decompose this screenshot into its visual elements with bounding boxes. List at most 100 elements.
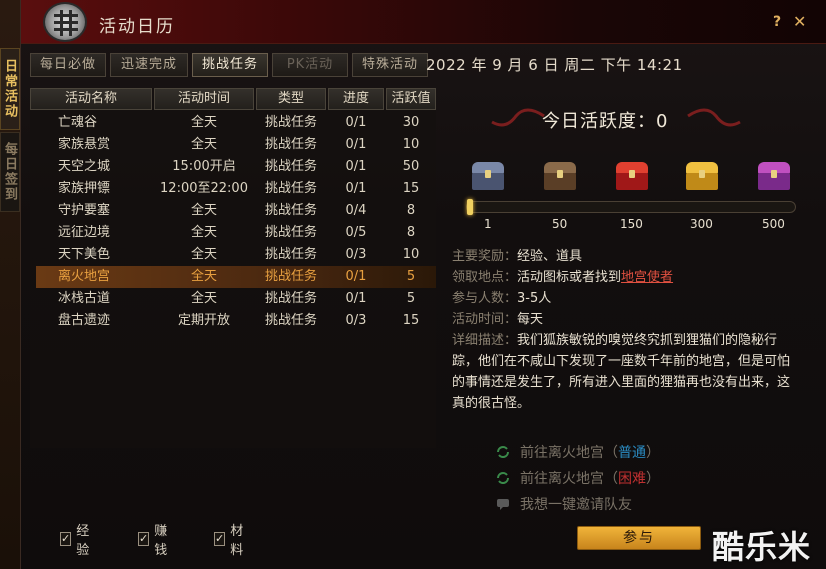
cell-time: 12:00至22:00 [160, 181, 248, 196]
cell-points: 50 [402, 159, 420, 174]
table-row[interactable]: 离火地宫 全天 挑战任务 0/1 5 [36, 266, 436, 288]
checkbox-icon: ✓ [214, 532, 226, 546]
cell-progress: 0/5 [345, 225, 367, 240]
difficulty-hard-tag: 困难 [618, 471, 646, 487]
chest-1-icon[interactable] [472, 162, 504, 190]
cell-time: 全天 [190, 247, 217, 262]
cell-type: 挑战任务 [264, 159, 317, 174]
invite-teammates-link[interactable]: 我想一键邀请队友 [496, 494, 632, 514]
action-text: ） [646, 471, 660, 487]
close-button[interactable]: ✕ [793, 12, 806, 31]
cell-time: 全天 [190, 203, 217, 218]
milestone-label: 300 [690, 217, 713, 231]
table-row[interactable]: 家族押镖 12:00至22:00 挑战任务 0/1 15 [36, 178, 436, 200]
npc-link[interactable]: 地宫使者 [621, 267, 673, 288]
cell-name: 天下美色 [58, 247, 111, 262]
cell-name: 天空之城 [58, 159, 111, 174]
cell-progress: 0/4 [345, 203, 367, 218]
site-watermark: 酷乐米 [712, 528, 812, 566]
goto-hard-link[interactable]: 前往离火地宫（ 困难） [496, 468, 660, 488]
side-tab-signin[interactable]: 每日签到 [0, 132, 20, 212]
col-header-time: 活动时间 [154, 88, 254, 110]
left-ornament-icon [491, 108, 545, 127]
cell-points: 8 [406, 225, 416, 240]
goto-normal-link[interactable]: 前往离火地宫（ 普通） [496, 442, 660, 462]
reward-value: 经验、道具 [517, 249, 583, 264]
tab-quick-complete[interactable]: 迅速完成 [110, 53, 188, 77]
table-row[interactable]: 远征边境 全天 挑战任务 0/5 8 [36, 222, 436, 244]
activity-detail-panel: 今日活跃度：0 1 50 150 300 500 主要奖励： 经验、道具 领取地… [446, 80, 806, 569]
chat-icon [497, 499, 509, 510]
cell-type: 挑战任务 [264, 247, 317, 262]
cell-progress: 0/3 [345, 313, 367, 328]
table-row[interactable]: 家族悬赏 全天 挑战任务 0/1 10 [36, 134, 436, 156]
refresh-icon [497, 472, 509, 484]
cell-progress: 0/1 [345, 269, 367, 284]
tab-daily-required[interactable]: 每日必做 [30, 53, 106, 77]
cell-points: 8 [406, 203, 416, 218]
cell-progress: 0/1 [345, 115, 367, 130]
players-value: 3-5人 [517, 291, 552, 306]
col-header-points: 活跃值 [386, 88, 436, 110]
cell-type: 挑战任务 [264, 181, 317, 196]
action-text: 前往离火地宫（ [520, 471, 618, 487]
cell-points: 15 [402, 181, 420, 196]
cell-name: 家族押镖 [58, 181, 111, 196]
time-label: 活动时间： [452, 312, 518, 327]
filter-label: 材料 [230, 524, 244, 558]
difficulty-normal-tag: 普通 [618, 445, 646, 461]
activity-progress-bar [466, 199, 796, 215]
title-bar: 活动日历 ? ✕ [21, 0, 826, 44]
cell-type: 挑战任务 [264, 203, 317, 218]
cell-time: 全天 [190, 269, 217, 284]
progress-marker [467, 199, 473, 215]
chest-50-icon[interactable] [544, 162, 576, 190]
table-row[interactable]: 守护要塞 全天 挑战任务 0/4 8 [36, 200, 436, 222]
side-tab-daily[interactable]: 日常活动 [0, 48, 20, 130]
table-row[interactable]: 亡魂谷 全天 挑战任务 0/1 30 [36, 112, 436, 134]
cell-points: 10 [402, 247, 420, 262]
tab-special-activity[interactable]: 特殊活动 [352, 53, 428, 77]
location-label: 领取地点： [452, 270, 518, 285]
desc-label: 详细描述： [452, 333, 518, 348]
cell-time: 全天 [190, 225, 217, 240]
filter-material-checkbox[interactable]: ✓ 材料 [214, 524, 246, 558]
chest-150-icon[interactable] [616, 162, 648, 190]
help-button[interactable]: ? [773, 14, 781, 30]
cell-progress: 0/1 [345, 137, 367, 152]
table-row[interactable]: 冰栈古道 全天 挑战任务 0/1 5 [36, 288, 436, 310]
table-row[interactable]: 天空之城 15:00开启 挑战任务 0/1 50 [36, 156, 436, 178]
cell-type: 挑战任务 [264, 225, 317, 240]
chest-300-icon[interactable] [686, 162, 718, 190]
milestone-labels: 1 50 150 300 500 [446, 217, 806, 233]
cell-points: 15 [402, 313, 420, 328]
activity-table: 活动名称 活动时间 类型 进度 活跃值 亡魂谷 全天 挑战任务 0/1 30 家族悬赏 全天… [30, 88, 436, 448]
checkbox-icon: ✓ [138, 532, 150, 546]
time-value: 每天 [517, 312, 544, 327]
activity-info: 主要奖励： 经验、道具 领取地点： 活动图标或者找到 地宫使者 参与人数： 3-… [452, 246, 802, 414]
cell-progress: 0/1 [345, 159, 367, 174]
description: 详细描述：我们狐族敏锐的嗅觉终究抓到狸猫们的隐秘行踪，他们在不咸山下发现了一座数… [452, 330, 802, 414]
game-emblem-icon [43, 2, 87, 42]
cell-time: 全天 [190, 115, 217, 130]
window-title: 活动日历 [99, 17, 175, 37]
action-text: ） [646, 445, 660, 461]
filter-label: 赚钱 [154, 524, 168, 558]
checkbox-icon: ✓ [60, 532, 72, 546]
filter-label: 经验 [76, 524, 90, 558]
cell-points: 10 [402, 137, 420, 152]
table-row[interactable]: 盘古遗迹 定期开放 挑战任务 0/3 15 [36, 310, 436, 332]
table-row[interactable]: 天下美色 全天 挑战任务 0/3 10 [36, 244, 436, 266]
chest-500-icon[interactable] [758, 162, 790, 190]
tab-challenge-tasks[interactable]: 挑战任务 [192, 53, 268, 77]
join-button[interactable]: 参与 [577, 526, 701, 550]
cell-type: 挑战任务 [264, 115, 317, 130]
filter-money-checkbox[interactable]: ✓ 赚钱 [138, 524, 170, 558]
cell-time: 全天 [190, 291, 217, 306]
filter-exp-checkbox[interactable]: ✓ 经验 [60, 524, 92, 558]
tab-pk-activity[interactable]: PK活动 [272, 53, 348, 77]
action-text: 我想一键邀请队友 [520, 497, 632, 513]
col-header-type: 类型 [256, 88, 326, 110]
cell-time: 全天 [190, 137, 217, 152]
col-header-name: 活动名称 [30, 88, 152, 110]
